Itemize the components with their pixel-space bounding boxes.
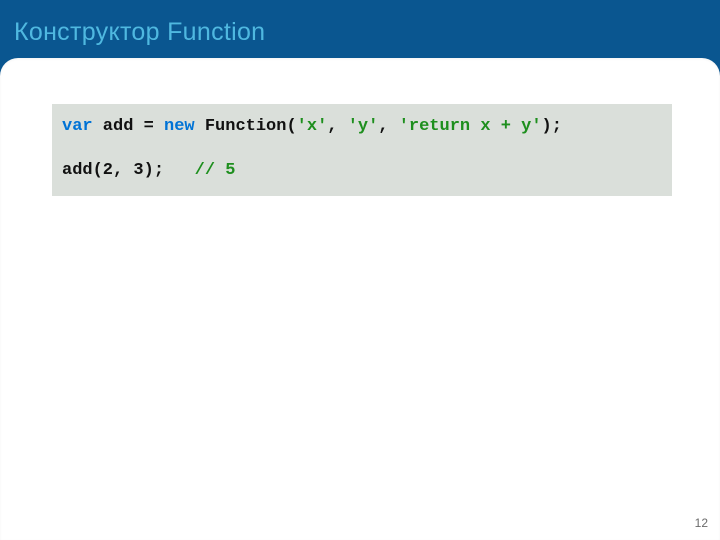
slide-title: Конструктор Function [14,18,706,47]
code-keyword-new: new [164,117,195,136]
slide-body: var add = new Function('x', 'y', 'return… [0,58,720,540]
code-string: 'return x + y' [399,117,542,136]
page-number: 12 [695,516,708,530]
code-text: Function( [195,117,297,136]
code-string: 'y' [348,117,379,136]
code-block: var add = new Function('x', 'y', 'return… [52,104,672,196]
code-text: , [378,117,398,136]
code-string: 'x' [297,117,328,136]
code-text: ); [542,117,562,136]
code-blank-line [62,139,72,158]
code-text: , [327,117,347,136]
code-text: add = [93,117,164,136]
code-keyword-var: var [62,117,93,136]
code-text: add(2, 3); [62,161,195,180]
slide: Конструктор Function var add = new Funct… [0,0,720,540]
code-comment: // 5 [195,161,236,180]
slide-header: Конструктор Function [0,0,720,60]
